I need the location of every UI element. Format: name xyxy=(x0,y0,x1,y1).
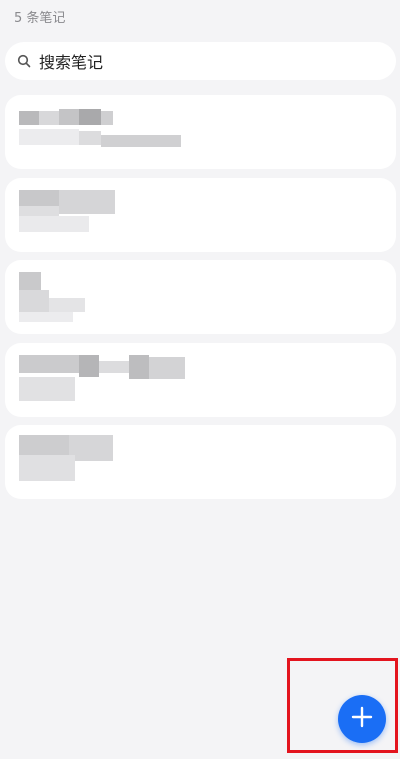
note-card[interactable] xyxy=(5,178,396,252)
highlight-box xyxy=(287,658,398,753)
note-count: 5 条笔记 xyxy=(14,11,66,26)
search-icon xyxy=(17,53,33,69)
search-bar[interactable]: 搜索笔记 xyxy=(5,42,396,80)
note-card[interactable] xyxy=(5,425,396,499)
search-placeholder: 搜索笔记 xyxy=(39,53,104,72)
note-card[interactable] xyxy=(5,260,396,334)
note-card[interactable] xyxy=(5,343,396,417)
note-card[interactable] xyxy=(5,95,396,169)
